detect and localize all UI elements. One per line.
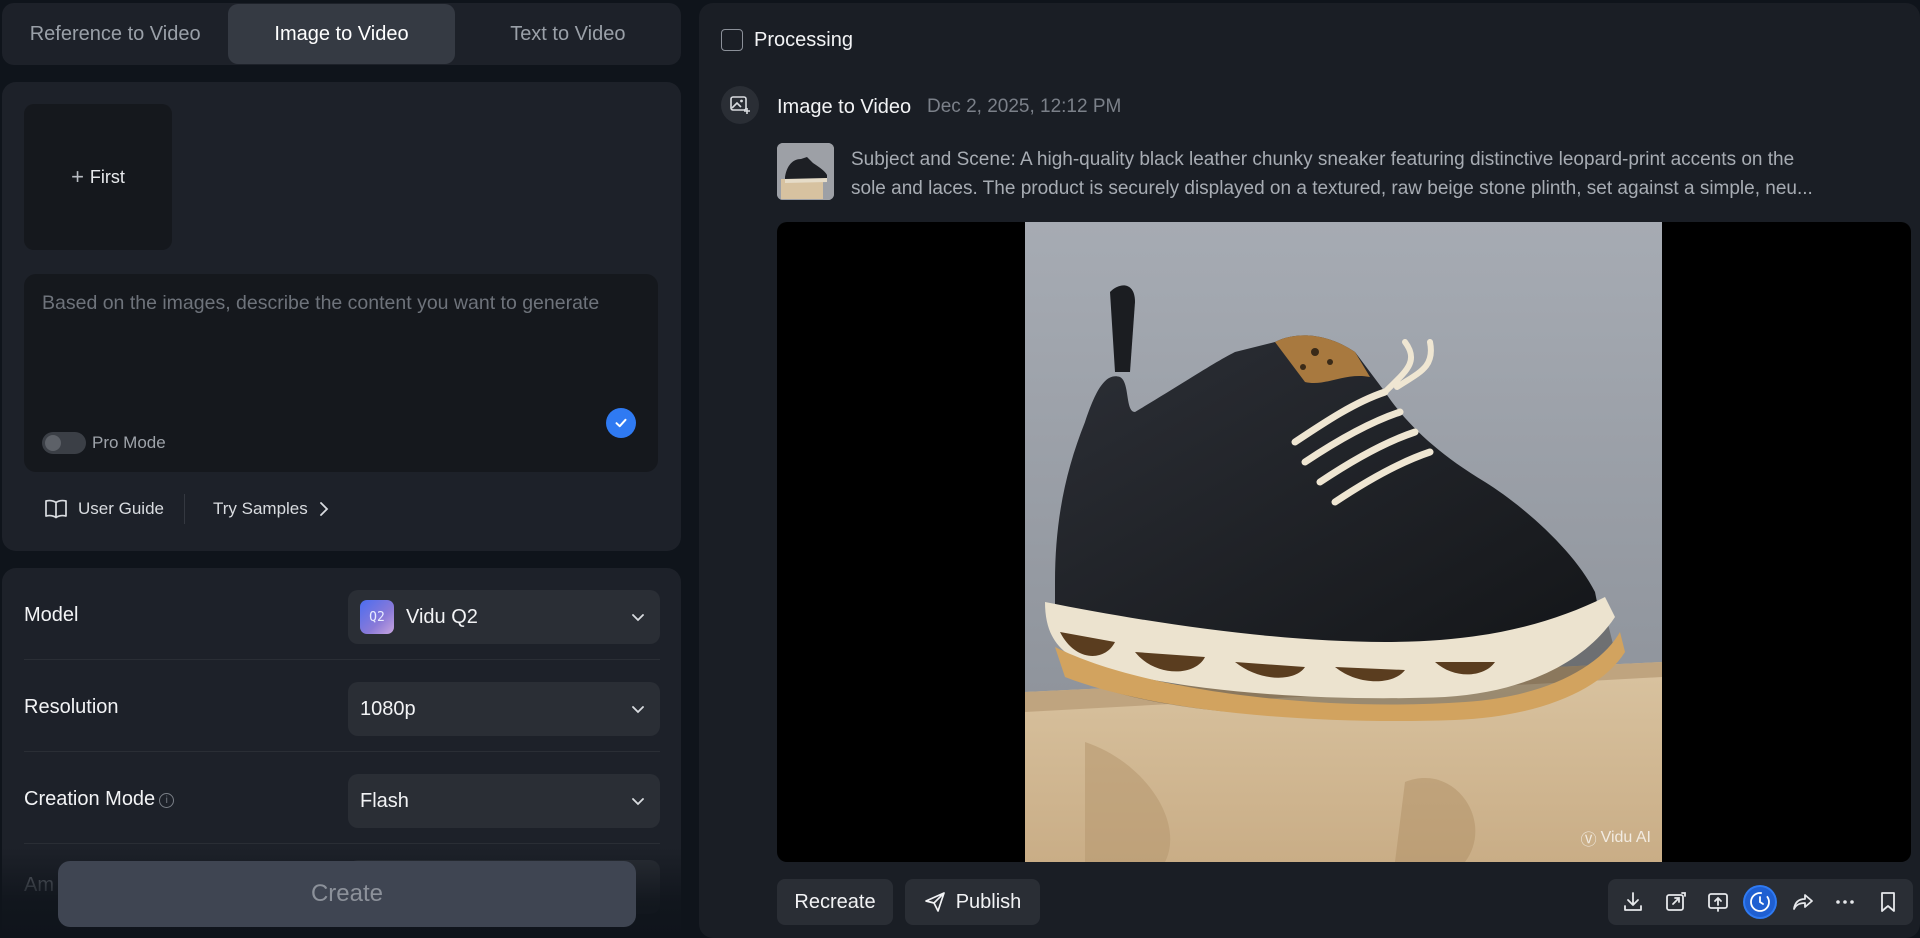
extend-icon <box>1665 892 1686 911</box>
tab-text-to-video[interactable]: Text to Video <box>455 3 681 65</box>
model-select[interactable]: Q2 Vidu Q2 <box>348 590 660 644</box>
bookmark-button[interactable] <box>1873 887 1903 917</box>
vidu-logo-icon: Ⓥ <box>1580 832 1597 849</box>
generation-mode-tabs: Reference to Video Image to Video Text t… <box>2 3 681 65</box>
help-links-row: User Guide Try Samples <box>24 492 350 526</box>
plus-icon: + <box>71 164 84 189</box>
video-player[interactable]: Ⓥ Vidu AI <box>777 222 1911 862</box>
model-row: Model Q2 Vidu Q2 <box>24 568 660 660</box>
generated-video-frame <box>1025 222 1662 862</box>
create-button[interactable]: Create <box>58 861 636 927</box>
vidu-model-icon: Q2 <box>360 600 394 634</box>
more-icon <box>1836 900 1855 904</box>
prompt-textarea[interactable]: Based on the images, describe the conten… <box>24 274 658 472</box>
prompt-placeholder: Based on the images, describe the conten… <box>42 292 600 314</box>
book-icon <box>45 499 67 519</box>
source-image-thumbnail[interactable] <box>777 143 834 200</box>
creation-mode-select[interactable]: Flash <box>348 774 660 828</box>
image-add-icon <box>730 96 750 114</box>
task-timestamp: Dec 2, 2025, 12:12 PM <box>927 96 1122 117</box>
check-icon <box>615 418 627 428</box>
processing-label: Processing <box>754 29 853 51</box>
more-button[interactable] <box>1830 887 1860 917</box>
processing-checkbox[interactable] <box>721 29 743 51</box>
try-samples-label: Try Samples <box>212 499 308 518</box>
creation-mode-value: Flash <box>360 789 409 812</box>
publish-button[interactable]: Publish <box>905 879 1040 925</box>
tab-image-to-video[interactable]: Image to Video <box>228 4 455 64</box>
extend-button[interactable] <box>1661 887 1691 917</box>
chevron-down-icon <box>632 706 644 714</box>
creation-mode-label-wrap: Creation Mode i <box>24 788 175 811</box>
share-button[interactable] <box>1788 887 1818 917</box>
resolution-value: 1080p <box>360 697 416 720</box>
creation-mode-row: Creation Mode i Flash <box>24 752 660 844</box>
first-frame-upload[interactable]: + First <box>24 104 172 250</box>
recreate-button[interactable]: Recreate <box>777 879 893 925</box>
chevron-down-icon <box>632 614 644 622</box>
sneaker-thumbnail-image <box>777 143 834 200</box>
first-frame-label: First <box>89 166 125 187</box>
resolution-label: Resolution <box>24 696 119 718</box>
tab-reference-to-video[interactable]: Reference to Video <box>2 3 228 65</box>
recreate-label: Recreate <box>794 890 876 913</box>
user-guide-link[interactable]: User Guide <box>24 498 184 520</box>
download-icon <box>1624 892 1643 911</box>
description-line-1: Subject and Scene: A high-quality black … <box>851 149 1795 170</box>
task-type-label: Image to Video <box>777 96 912 118</box>
history-icon <box>1750 892 1771 912</box>
sneaker-on-plinth-image <box>1025 222 1662 862</box>
model-label: Model <box>24 604 79 626</box>
history-button[interactable] <box>1745 887 1776 917</box>
description-line-2: sole and laces. The product is securely … <box>851 178 1813 199</box>
share-icon <box>1792 894 1813 910</box>
publish-label: Publish <box>955 890 1022 913</box>
download-button[interactable] <box>1618 887 1648 917</box>
vidu-watermark: Ⓥ Vidu AI <box>1581 826 1651 850</box>
chevron-down-icon <box>632 798 644 806</box>
bookmark-icon <box>1880 892 1895 912</box>
user-guide-label: User Guide <box>78 499 164 518</box>
upscale-button[interactable] <box>1703 887 1733 917</box>
confirm-check-button[interactable] <box>606 408 636 438</box>
upscale-icon <box>1708 893 1728 912</box>
creation-mode-label: Creation Mode <box>24 788 156 810</box>
pro-mode-toggle[interactable] <box>42 432 86 454</box>
result-toolbar <box>1608 879 1913 925</box>
prompt-card: + First Based on the images, describe th… <box>2 82 681 551</box>
info-icon[interactable]: i <box>159 793 175 808</box>
resolution-select[interactable]: 1080p <box>348 682 660 736</box>
results-panel: Processing Image to Video Dec 2, 2025, 1… <box>699 3 1920 938</box>
watermark-text: Vidu AI <box>1600 829 1651 846</box>
chevron-right-icon <box>319 502 329 516</box>
prompt-description: Subject and Scene: A high-quality black … <box>851 145 1891 203</box>
send-icon <box>924 892 945 912</box>
model-value: Vidu Q2 <box>406 605 478 628</box>
resolution-row: Resolution 1080p <box>24 660 660 752</box>
image-to-video-task-icon <box>721 86 759 124</box>
pro-mode-label: Pro Mode <box>92 433 166 452</box>
try-samples-link[interactable]: Try Samples <box>185 499 350 519</box>
